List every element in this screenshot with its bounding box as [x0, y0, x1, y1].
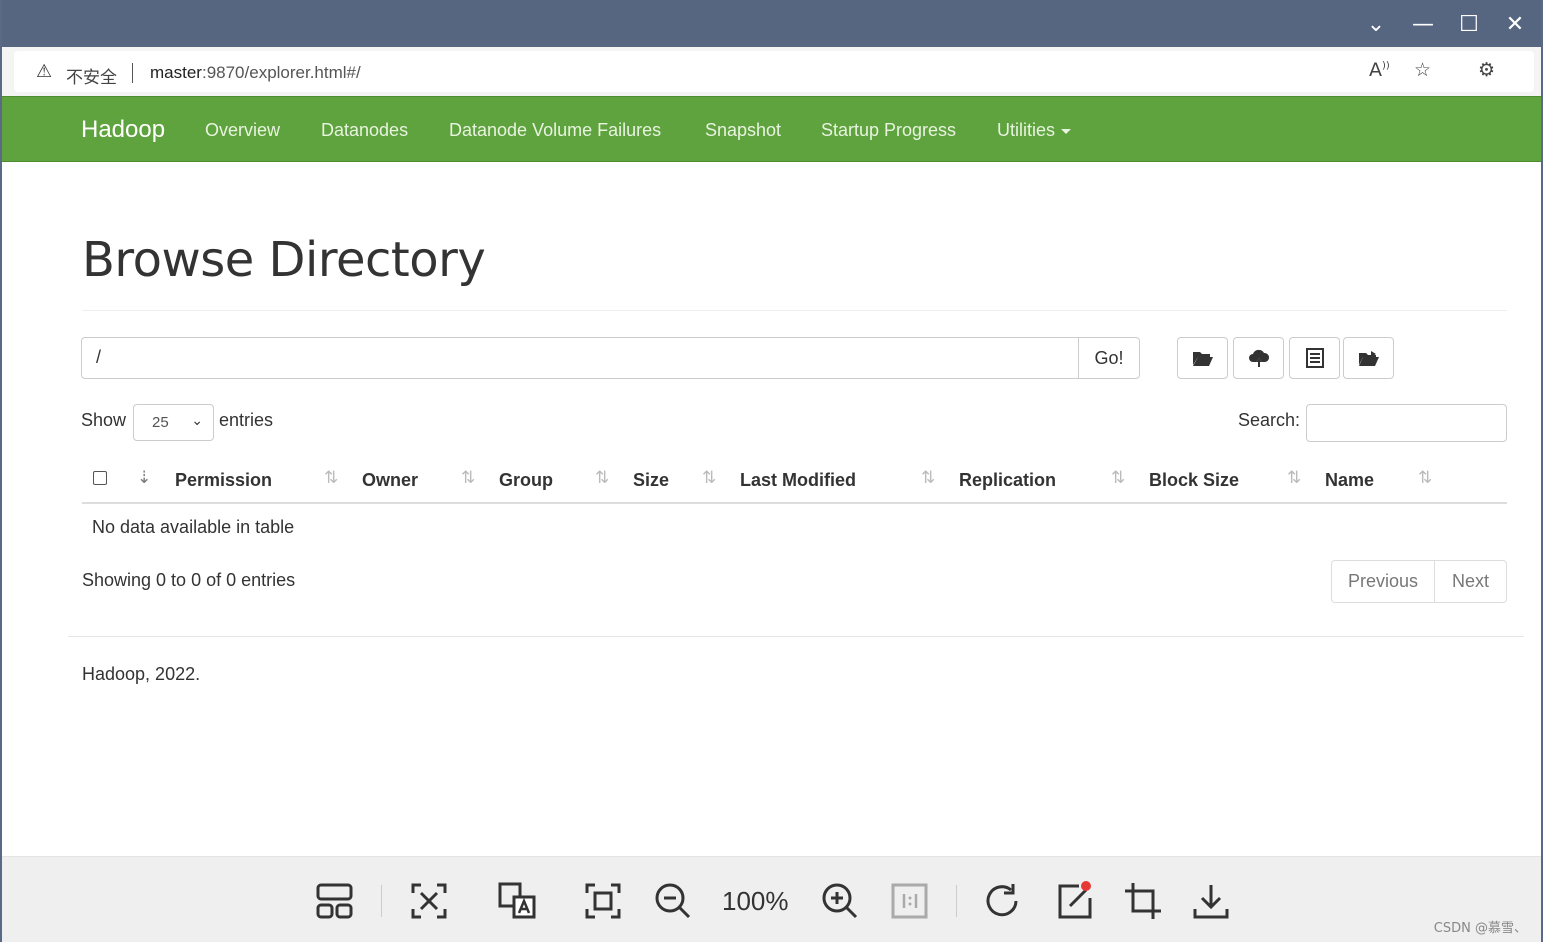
empty-table-message: No data available in table [92, 517, 295, 537]
sort-icon[interactable]: ⇅ [1418, 468, 1432, 488]
text-extract-icon[interactable] [409, 881, 449, 921]
image-viewer-toolbar: 100% CSDN @慕雪、 [2, 856, 1541, 942]
column-owner[interactable]: Owner [362, 470, 418, 491]
download-icon[interactable] [1191, 881, 1231, 921]
nav-snapshot[interactable]: Snapshot [705, 120, 781, 141]
watermark: CSDN @慕雪、 [1433, 921, 1527, 936]
rotate-icon[interactable] [983, 881, 1023, 921]
list-alt-icon [1306, 348, 1324, 368]
column-replication[interactable]: Replication [959, 470, 1056, 491]
translate-icon[interactable] [497, 881, 537, 921]
caret-down-icon [1061, 128, 1072, 134]
sort-icon[interactable]: ⇅ [595, 468, 609, 488]
separator [381, 885, 382, 917]
browser-window: ⌄ — ☐ ✕ ⚠ 不安全 master:9870/explorer.html#… [2, 0, 1541, 942]
extensions-icon[interactable]: ⚙ [1478, 59, 1495, 81]
nav-startup-progress[interactable]: Startup Progress [821, 120, 956, 141]
insecure-label[interactable]: 不安全 [66, 63, 117, 88]
move-files-button[interactable] [1343, 337, 1394, 379]
sort-asc-icon[interactable]: ⇣ [137, 468, 151, 488]
close-button[interactable]: ✕ [1498, 8, 1532, 42]
sort-icon[interactable]: ⇅ [921, 468, 935, 488]
warning-icon[interactable]: ⚠ [36, 61, 52, 82]
entries-select[interactable]: 25 ⌄ [133, 404, 214, 441]
zoom-in-icon[interactable] [820, 881, 860, 921]
search-input[interactable] [1306, 404, 1507, 442]
zoom-level: 100% [722, 886, 789, 916]
entries-label: entries [219, 410, 274, 430]
nav-utilities-label: Utilities [997, 120, 1056, 140]
sort-icon[interactable]: ⇅ [702, 468, 716, 488]
sort-icon[interactable]: ⇅ [1287, 468, 1301, 488]
brand-link[interactable]: Hadoop [81, 116, 165, 144]
zoom-out-icon[interactable] [653, 881, 693, 921]
page-title: Browse Directory [82, 232, 486, 288]
select-all-checkbox[interactable] [93, 471, 107, 485]
separator [132, 63, 133, 83]
nav-datanodes[interactable]: Datanodes [321, 120, 408, 141]
sort-icon[interactable]: ⇅ [1111, 468, 1125, 488]
column-permission[interactable]: Permission [175, 470, 272, 491]
next-button[interactable]: Next [1434, 560, 1507, 603]
separator [956, 885, 957, 917]
maximize-button[interactable]: ☐ [1452, 8, 1486, 42]
edit-icon[interactable] [1055, 881, 1095, 921]
search-label: Search: [1238, 410, 1301, 430]
folder-move-icon [1359, 351, 1379, 366]
nav-datanode-volume-failures[interactable]: Datanode Volume Failures [449, 120, 661, 141]
tab-list-chevron-icon[interactable]: ⌄ [1359, 8, 1393, 42]
list-view-button[interactable] [1289, 337, 1340, 379]
footer-text: Hadoop, 2022. [82, 664, 201, 684]
divider [68, 636, 1524, 637]
actual-size-icon[interactable] [890, 881, 930, 921]
address-bar: ⚠ 不安全 master:9870/explorer.html#/ A)) ☆ … [2, 47, 1541, 96]
favorite-add-icon[interactable]: ☆ [1414, 59, 1431, 81]
crop-icon[interactable] [1123, 881, 1163, 921]
layout-icon[interactable] [315, 881, 355, 921]
column-group[interactable]: Group [499, 470, 553, 491]
title-bar: ⌄ — ☐ ✕ [2, 0, 1541, 47]
directory-path-input[interactable]: / [81, 337, 1079, 379]
table-header: ⇣ Permission ⇅ Owner ⇅ Group ⇅ Size ⇅ La… [82, 460, 1507, 504]
url-field[interactable]: ⚠ 不安全 master:9870/explorer.html#/ A)) ☆ … [14, 51, 1534, 92]
upload-button[interactable] [1233, 337, 1284, 379]
chevron-down-icon: ⌄ [191, 413, 203, 429]
nav-overview[interactable]: Overview [205, 120, 280, 141]
go-button[interactable]: Go! [1078, 337, 1140, 379]
url-text[interactable]: master:9870/explorer.html#/ [150, 63, 361, 83]
nav-utilities[interactable]: Utilities [997, 120, 1072, 141]
column-block-size[interactable]: Block Size [1149, 470, 1239, 491]
divider [82, 310, 1507, 311]
sort-icon[interactable]: ⇅ [461, 468, 475, 488]
create-directory-button[interactable] [1177, 337, 1228, 379]
column-last-modified[interactable]: Last Modified [740, 470, 856, 491]
sort-icon[interactable]: ⇅ [324, 468, 338, 488]
url-path: :9870/explorer.html#/ [201, 63, 361, 82]
previous-button[interactable]: Previous [1331, 560, 1435, 603]
entries-select-value: 25 [152, 414, 169, 431]
show-label: Show [81, 410, 127, 430]
fit-screen-icon[interactable] [583, 881, 623, 921]
read-aloud-icon[interactable]: A)) [1369, 59, 1390, 81]
column-size[interactable]: Size [633, 470, 669, 491]
url-host: master [150, 63, 202, 82]
navbar: Hadoop Overview Datanodes Datanode Volum… [2, 96, 1541, 162]
table-info: Showing 0 to 0 of 0 entries [82, 570, 296, 590]
folder-open-icon [1193, 352, 1213, 366]
column-name[interactable]: Name [1325, 470, 1374, 491]
minimize-button[interactable]: — [1406, 8, 1440, 42]
cloud-upload-icon [1249, 349, 1270, 367]
